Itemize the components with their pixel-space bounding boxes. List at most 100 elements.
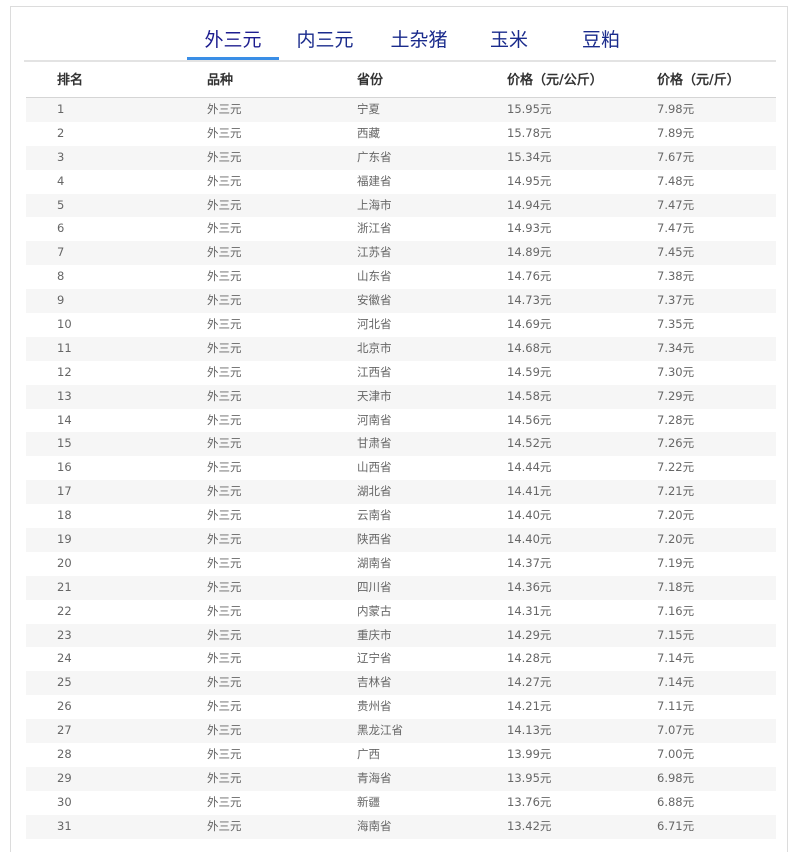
province-cell: 广东省 bbox=[357, 149, 392, 164]
rank-cell: 29 bbox=[57, 770, 72, 785]
rank-cell: 24 bbox=[57, 651, 72, 666]
province-cell: 贵州省 bbox=[357, 699, 392, 714]
province-cell: 辽宁省 bbox=[357, 651, 392, 666]
table-row: 6 外三元 浙江省 14.93元 7.47元 bbox=[26, 217, 776, 241]
kind-cell: 外三元 bbox=[207, 555, 242, 570]
kind-cell: 外三元 bbox=[207, 627, 242, 642]
province-cell: 河南省 bbox=[357, 412, 392, 427]
price-jin-cell: 7.38元 bbox=[657, 269, 695, 284]
province-cell: 海南省 bbox=[357, 818, 392, 833]
price-jin-cell: 7.07元 bbox=[657, 723, 695, 738]
price-kg-cell: 14.56元 bbox=[507, 412, 552, 427]
rank-cell: 9 bbox=[57, 293, 65, 308]
kind-cell: 外三元 bbox=[207, 269, 242, 284]
table-row: 27 外三元 黑龙江省 14.13元 7.07元 bbox=[26, 719, 776, 744]
price-jin-cell: 7.26元 bbox=[657, 436, 695, 451]
table-row: 17 外三元 湖北省 14.41元 7.21元 bbox=[26, 480, 776, 505]
kind-cell: 外三元 bbox=[207, 221, 242, 236]
price-jin-cell: 7.21元 bbox=[657, 484, 695, 499]
kind-cell: 外三元 bbox=[207, 340, 242, 355]
table-row: 22 外三元 内蒙古 14.31元 7.16元 bbox=[26, 600, 776, 624]
price-kg-cell: 13.76元 bbox=[507, 794, 552, 809]
table-row: 7 外三元 江苏省 14.89元 7.45元 bbox=[26, 241, 776, 266]
province-cell: 浙江省 bbox=[357, 221, 392, 236]
rank-cell: 31 bbox=[57, 818, 72, 833]
header-province: 省份 bbox=[357, 73, 384, 88]
tab-wai-san-yuan[interactable]: 外三元 bbox=[187, 25, 279, 60]
price-jin-cell: 7.16元 bbox=[657, 603, 695, 618]
rank-cell: 1 bbox=[57, 102, 65, 116]
price-kg-cell: 14.28元 bbox=[507, 651, 552, 666]
rank-cell: 13 bbox=[57, 388, 72, 403]
rank-cell: 12 bbox=[57, 364, 72, 379]
kind-cell: 外三元 bbox=[207, 794, 242, 809]
price-jin-cell: 7.89元 bbox=[657, 125, 695, 140]
price-kg-cell: 14.44元 bbox=[507, 460, 552, 475]
rank-cell: 8 bbox=[57, 269, 65, 284]
price-jin-cell: 7.47元 bbox=[657, 197, 695, 212]
kind-cell: 外三元 bbox=[207, 699, 242, 714]
table-header: 排名 品种 省份 价格（元/公斤） 价格（元/斤） bbox=[26, 64, 776, 98]
price-jin-cell: 7.47元 bbox=[657, 221, 695, 236]
table-row: 24 外三元 辽宁省 14.28元 7.14元 bbox=[26, 647, 776, 671]
price-kg-cell: 14.36元 bbox=[507, 579, 552, 594]
province-cell: 湖北省 bbox=[357, 484, 392, 499]
rank-cell: 14 bbox=[57, 412, 72, 427]
kind-cell: 外三元 bbox=[207, 102, 242, 116]
kind-cell: 外三元 bbox=[207, 460, 242, 475]
province-cell: 山东省 bbox=[357, 269, 392, 284]
kind-cell: 外三元 bbox=[207, 173, 242, 188]
province-cell: 黑龙江省 bbox=[357, 723, 403, 738]
table-row: 9 外三元 安徽省 14.73元 7.37元 bbox=[26, 289, 776, 314]
province-cell: 西藏 bbox=[357, 125, 380, 140]
price-jin-cell: 7.19元 bbox=[657, 555, 695, 570]
price-jin-cell: 7.00元 bbox=[657, 747, 695, 762]
price-kg-cell: 14.59元 bbox=[507, 364, 552, 379]
rank-cell: 15 bbox=[57, 436, 72, 451]
table-row: 1 外三元 宁夏 15.95元 7.98元 bbox=[26, 98, 776, 122]
price-jin-cell: 6.88元 bbox=[657, 794, 695, 809]
province-cell: 天津市 bbox=[357, 388, 392, 403]
tab-yu-mi[interactable]: 玉米 bbox=[487, 25, 531, 60]
price-jin-cell: 7.22元 bbox=[657, 460, 695, 475]
tab-dou-po[interactable]: 豆粕 bbox=[579, 25, 623, 60]
rank-cell: 11 bbox=[57, 340, 72, 355]
table-row: 4 外三元 福建省 14.95元 7.48元 bbox=[26, 170, 776, 194]
kind-cell: 外三元 bbox=[207, 149, 242, 164]
province-cell: 陕西省 bbox=[357, 532, 392, 547]
province-cell: 山西省 bbox=[357, 460, 392, 475]
province-cell: 宁夏 bbox=[357, 102, 380, 116]
province-cell: 重庆市 bbox=[357, 627, 392, 642]
table-row: 20 外三元 湖南省 14.37元 7.19元 bbox=[26, 552, 776, 576]
rank-cell: 19 bbox=[57, 532, 72, 547]
rank-cell: 26 bbox=[57, 699, 72, 714]
kind-cell: 外三元 bbox=[207, 651, 242, 666]
price-kg-cell: 14.31元 bbox=[507, 603, 552, 618]
table-row: 25 外三元 吉林省 14.27元 7.14元 bbox=[26, 671, 776, 696]
province-cell: 江苏省 bbox=[357, 245, 392, 260]
price-jin-cell: 7.37元 bbox=[657, 293, 695, 308]
price-kg-cell: 14.95元 bbox=[507, 173, 552, 188]
category-tabs: 外三元 内三元 土杂猪 玉米 豆粕 bbox=[24, 7, 776, 62]
price-jin-cell: 7.45元 bbox=[657, 245, 695, 260]
price-kg-cell: 14.37元 bbox=[507, 555, 552, 570]
table-row: 12 外三元 江西省 14.59元 7.30元 bbox=[26, 361, 776, 385]
price-jin-cell: 7.67元 bbox=[657, 149, 695, 164]
table-row: 30 外三元 新疆 13.76元 6.88元 bbox=[26, 791, 776, 815]
price-kg-cell: 13.42元 bbox=[507, 818, 552, 833]
tab-tu-za-zhu[interactable]: 土杂猪 bbox=[386, 25, 452, 60]
price-kg-cell: 14.29元 bbox=[507, 627, 552, 642]
rank-cell: 7 bbox=[57, 245, 65, 260]
price-kg-cell: 14.58元 bbox=[507, 388, 552, 403]
price-jin-cell: 7.11元 bbox=[657, 699, 695, 714]
province-cell: 甘肃省 bbox=[357, 436, 392, 451]
price-jin-cell: 7.15元 bbox=[657, 627, 695, 642]
tab-nei-san-yuan[interactable]: 内三元 bbox=[292, 25, 358, 60]
price-panel: 外三元 内三元 土杂猪 玉米 豆粕 排名 品种 省份 价格（元/公斤） 价格（元… bbox=[10, 6, 788, 852]
kind-cell: 外三元 bbox=[207, 508, 242, 523]
price-kg-cell: 14.76元 bbox=[507, 269, 552, 284]
price-kg-cell: 14.41元 bbox=[507, 484, 552, 499]
price-kg-cell: 14.27元 bbox=[507, 675, 552, 690]
header-rank: 排名 bbox=[57, 73, 84, 88]
price-kg-cell: 14.73元 bbox=[507, 293, 552, 308]
